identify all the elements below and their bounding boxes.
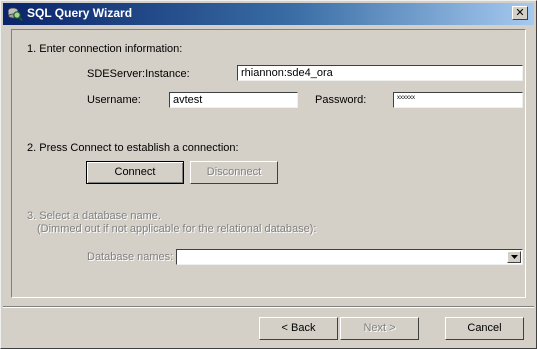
next-button[interactable]: Next > [340,317,419,340]
database-names-label: Database names: [87,251,174,263]
magnifier-db-icon [7,6,23,22]
window-title: SQL Query Wizard [27,6,133,20]
cancel-button[interactable]: Cancel [445,317,524,340]
step1-heading: 1. Enter connection information: [27,43,183,55]
username-input[interactable]: avtest [169,92,298,108]
close-icon: ✕ [515,7,525,19]
password-label: Password: [315,94,367,106]
step2-heading: 2. Press Connect to establish a connecti… [27,142,239,154]
step3-subheading: (Dimmed out if not applicable for the re… [37,223,317,235]
step3-heading: 3. Select a database name. [27,210,161,222]
connect-button[interactable]: Connect [86,161,184,184]
disconnect-button[interactable]: Disconnect [190,161,278,184]
server-instance-input[interactable]: rhiannon:sde4_ora [237,65,523,81]
dropdown-button[interactable] [507,251,521,263]
database-names-select[interactable] [176,249,523,265]
back-button[interactable]: < Back [259,317,338,340]
username-label: Username: [87,94,141,106]
title-bar[interactable]: SQL Query Wizard ✕ [3,3,534,25]
close-button[interactable]: ✕ [512,6,528,20]
sql-query-wizard-dialog: SQL Query Wizard ✕ 1. Enter connection i… [0,0,537,349]
footer-separator-highlight [3,307,534,308]
server-instance-label: SDEServer:Instance: [87,68,190,80]
chevron-down-icon [511,255,518,259]
password-input[interactable]: xxxxxx [393,92,523,108]
